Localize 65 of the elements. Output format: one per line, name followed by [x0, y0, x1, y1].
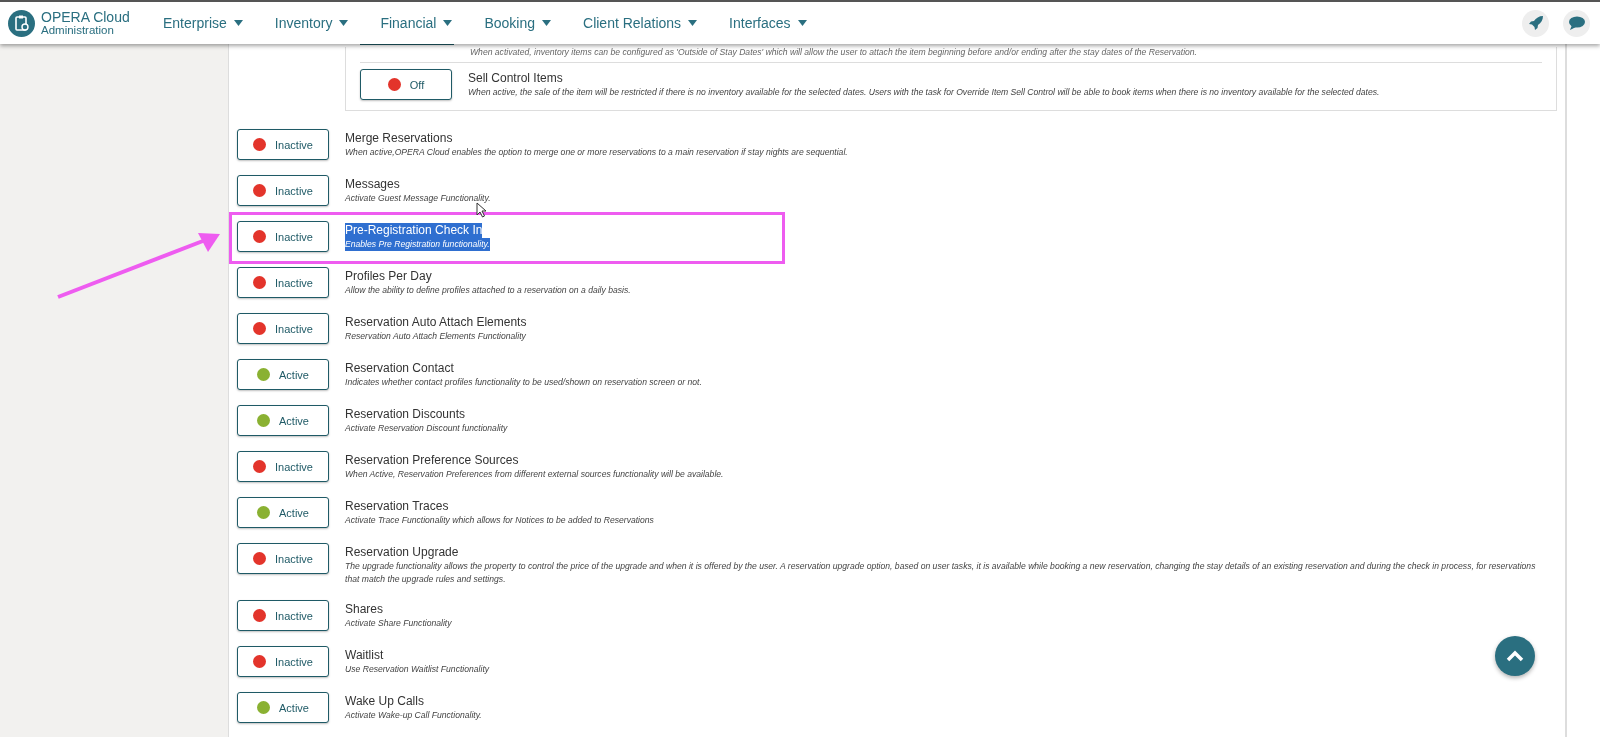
rocket-button[interactable] — [1522, 9, 1549, 37]
function-description: Activate Wake-up Call Functionality. — [345, 709, 482, 722]
status-toggle[interactable]: Inactive — [237, 313, 329, 344]
function-description: When active,OPERA Cloud enables the option to merge one or more reservations to a main reservation if stay nights are sequential. — [345, 146, 848, 159]
function-description: Activate Share Functionality — [345, 617, 452, 630]
function-title: Shares — [345, 602, 384, 617]
app-subtitle: Administration — [41, 24, 115, 37]
status-toggle[interactable]: Inactive — [237, 646, 329, 677]
function-description: Activate Trace Functionality which allows for Notices to be added to Reservations — [345, 514, 654, 527]
rocket-icon — [1527, 15, 1544, 31]
chevron-up-icon — [1506, 650, 1524, 662]
menu-item[interactable]: Client Relations — [583, 15, 698, 31]
caret-icon — [339, 20, 349, 26]
function-title: Pre-Registration Check In — [345, 223, 483, 238]
function-description: Indicates whether contact profiles functionality to be used/shown on reservation screen or not. — [345, 376, 702, 389]
function-title: Reservation Upgrade — [345, 545, 459, 560]
menu-item[interactable]: Booking — [484, 15, 552, 31]
function-title: Reservation Discounts — [345, 407, 466, 422]
function-title: Messages — [345, 177, 400, 192]
item-description: When activated, inventory items can be configured as 'Outside of Stay Dates' which will allow the user to attach the item beginning before and/or ending after the stay dates of the Reservation. — [470, 47, 1197, 58]
function-title: Waitlist — [345, 648, 384, 663]
menu-item[interactable]: Interfaces — [729, 15, 807, 31]
cursor-icon — [476, 202, 488, 218]
status-toggle[interactable]: Inactive — [237, 175, 329, 206]
status-toggle[interactable]: Inactive — [237, 221, 329, 252]
menu-item[interactable]: Enterprise — [163, 15, 243, 31]
caret-icon — [797, 20, 807, 26]
function-description: Activate Reservation Discount functionality — [345, 422, 508, 435]
status-toggle[interactable]: Inactive — [237, 129, 329, 160]
caret-icon — [443, 20, 453, 26]
function-title: Reservation Auto Attach Elements — [345, 315, 527, 330]
app-title: OPERA Cloud — [41, 9, 130, 25]
scroll-to-top-button[interactable] — [1495, 636, 1535, 676]
status-toggle[interactable]: Inactive — [237, 600, 329, 631]
function-description: Activate Guest Message Functionality. — [345, 192, 491, 205]
chat-button[interactable] — [1563, 9, 1590, 37]
function-description: When active, the sale of the item will be restricted if there is no inventory available for the selected dates. Users with the task for Override Item Sell Control will be able to book items when there is no inventory available for the selected dates. — [468, 86, 1380, 99]
status-toggle[interactable]: Inactive — [237, 451, 329, 482]
function-description: Use Reservation Waitlist Functionality — [345, 663, 490, 676]
chat-bubble-icon — [1567, 15, 1586, 31]
function-title: Wake Up Calls — [345, 694, 424, 709]
menu-item[interactable]: Inventory — [274, 15, 349, 31]
status-toggle[interactable]: Inactive — [237, 267, 329, 298]
status-toggle[interactable]: Inactive — [237, 543, 329, 574]
menu-item[interactable]: Financial — [380, 15, 453, 31]
function-title: Sell Control Items — [468, 71, 563, 86]
caret-icon — [542, 20, 552, 26]
function-description: When Active, Reservation Preferences from different external sources functionality will be available. — [345, 468, 724, 481]
function-title: Merge Reservations — [345, 131, 453, 146]
function-description: Enables Pre Registration functionality. — [345, 238, 490, 251]
function-description: Reservation Auto Attach Elements Functionality — [345, 330, 526, 343]
function-title: Reservation Traces — [345, 499, 449, 514]
status-toggle[interactable]: Active — [237, 405, 329, 436]
function-description: Allow the ability to define profiles attached to a reservation on a daily basis. — [345, 284, 631, 297]
function-title: Reservation Contact — [345, 361, 454, 376]
status-toggle[interactable]: Active — [237, 359, 329, 390]
logo-icon — [8, 9, 35, 37]
status-toggle[interactable]: Off — [360, 69, 452, 100]
function-title: Profiles Per Day — [345, 269, 432, 284]
status-toggle[interactable]: Active — [237, 497, 329, 528]
function-description: The upgrade functionality allows the property to control the price of the upgrade and when it is offered by the user. A reservation upgrade option, based on user tasks, it is available while booking a new reservation, changing the stay details of an existing reservation and during the check in process, for reservations that match the upgrade rules and settings. — [345, 560, 1537, 585]
status-toggle[interactable]: Active — [237, 692, 329, 723]
caret-icon — [688, 20, 698, 26]
caret-icon — [233, 20, 243, 26]
function-title: Reservation Preference Sources — [345, 453, 519, 468]
